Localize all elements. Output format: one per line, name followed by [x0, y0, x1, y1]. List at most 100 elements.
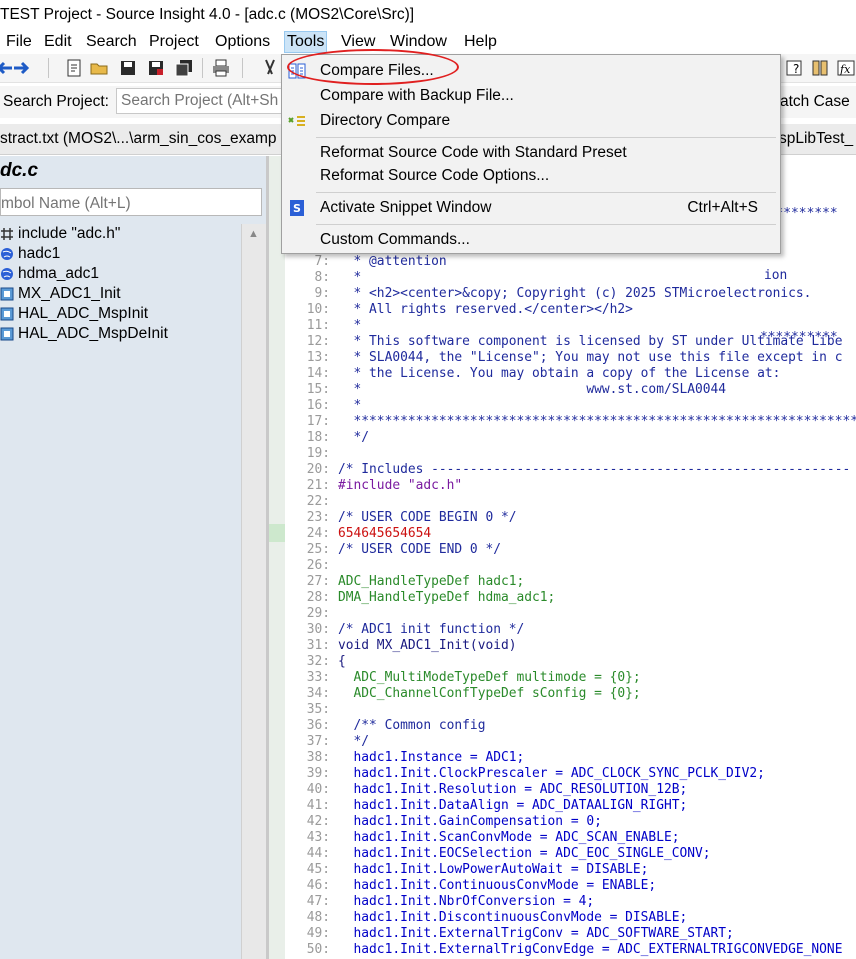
toolbar-separator — [202, 58, 203, 78]
menu-help[interactable]: Help — [462, 32, 499, 52]
symbol-item-mx-adc1-init[interactable]: MX_ADC1_Init — [0, 284, 121, 304]
code-text: hadc1.Instance = ADC1; — [338, 750, 525, 765]
symbol-name-input[interactable] — [0, 188, 262, 216]
code-line: 48: hadc1.Init.DiscontinuousConvMode = D… — [286, 910, 856, 926]
line-number: 38: — [306, 750, 330, 765]
code-text: ADC_ChannelConfTypeDef sConfig = {0}; — [338, 686, 641, 701]
open-folder-icon[interactable] — [89, 58, 109, 78]
save-as-icon[interactable] — [146, 58, 166, 78]
code-text: * All rights reserved.</center></h2> — [338, 302, 633, 317]
forward-arrow-icon[interactable] — [12, 58, 32, 78]
code-text: * This software component is licensed by… — [338, 334, 843, 349]
code-text: * www.st.com/SLA0044 — [338, 382, 727, 397]
tab-abstract-txt[interactable]: stract.txt (MOS2\...\arm_sin_cos_examp — [0, 130, 277, 148]
code-text: * <h2><center>&copy; Copyright (c) 2025 … — [338, 286, 812, 301]
match-case-label[interactable]: atch Case — [780, 93, 850, 111]
line-number: 44: — [306, 846, 330, 861]
symbol-item-hal-adc-mspinit[interactable]: HAL_ADC_MspInit — [0, 304, 148, 324]
book-icon[interactable] — [810, 58, 830, 78]
code-line: 16: * — [286, 398, 856, 414]
function-symbol-icon — [0, 287, 14, 301]
code-line: 31: void MX_ADC1_Init(void) — [286, 638, 856, 654]
menu-item-custom-commands[interactable]: Custom Commands... — [282, 228, 780, 252]
code-text: * @attention — [338, 254, 447, 269]
code-text: /* ADC1 init function */ — [338, 622, 525, 637]
menu-item-label: Reformat Source Code with Standard Prese… — [320, 144, 627, 161]
code-line: 42: hadc1.Init.GainCompensation = 0; — [286, 814, 856, 830]
symbol-item-include[interactable]: include "adc.h" — [0, 224, 120, 244]
svg-text:fx: fx — [839, 63, 851, 76]
menu-item-compare-backup[interactable]: Compare with Backup File... — [282, 84, 780, 108]
line-number: 16: — [306, 398, 330, 413]
line-number: 23: — [306, 510, 330, 525]
code-line: 34: ADC_ChannelConfTypeDef sConfig = {0}… — [286, 686, 856, 702]
menu-item-directory-compare[interactable]: Directory Compare — [282, 109, 780, 133]
code-text: hadc1.Init.ContinuousConvMode = ENABLE; — [338, 878, 657, 893]
code-editor[interactable]: ********** ion ********** 7: * @attentio… — [286, 156, 856, 959]
code-line: 27: ADC_HandleTypeDef hadc1; — [286, 574, 856, 590]
annotation-ellipse — [287, 49, 459, 85]
line-number: 34: — [306, 686, 330, 701]
line-number: 41: — [306, 798, 330, 813]
scroll-up-icon[interactable]: ▲ — [248, 228, 259, 240]
line-number: 42: — [306, 814, 330, 829]
code-text: ADC_HandleTypeDef hadc1; — [338, 574, 525, 589]
title-bar: TEST Project - Source Insight 4.0 - [adc… — [0, 0, 856, 30]
line-number: 18: — [306, 430, 330, 445]
line-number: 47: — [306, 894, 330, 909]
code-line: 25: /* USER CODE END 0 */ — [286, 542, 856, 558]
line-number: 33: — [306, 670, 330, 685]
menu-search[interactable]: Search — [84, 32, 139, 52]
line-number: 21: — [306, 478, 330, 493]
line-number: 28: — [306, 590, 330, 605]
function-icon[interactable]: fx — [836, 58, 856, 78]
snippet-icon: S — [290, 200, 304, 216]
line-number: 36: — [306, 718, 330, 733]
tab-msplibtest[interactable]: spLibTest_ — [779, 130, 853, 148]
new-file-icon[interactable] — [64, 58, 84, 78]
tool-box-icon[interactable]: ? — [784, 58, 804, 78]
code-line: 35: — [286, 702, 856, 718]
symbol-list-scrollbar[interactable]: ▲ — [241, 224, 266, 959]
save-icon[interactable] — [118, 58, 138, 78]
code-line: 49: hadc1.Init.ExternalTrigConv = ADC_SO… — [286, 926, 856, 942]
symbol-item-hdma-adc1[interactable]: hdma_adc1 — [0, 264, 99, 284]
symbol-item-hadc1[interactable]: hadc1 — [0, 244, 60, 264]
code-text: hadc1.Init.ExternalTrigConv = ADC_SOFTWA… — [338, 926, 734, 941]
cut-icon[interactable] — [260, 58, 280, 78]
code-text: /* Includes ----------------------------… — [338, 462, 851, 477]
symbol-item-hal-adc-mspdeinit[interactable]: HAL_ADC_MspDeInit — [0, 324, 168, 344]
symbol-label: hdma_adc1 — [18, 265, 100, 282]
search-project-input[interactable] — [116, 88, 286, 114]
menu-file[interactable]: File — [4, 32, 34, 52]
code-line: 15: * www.st.com/SLA0044 — [286, 382, 856, 398]
code-line: 37: */ — [286, 734, 856, 750]
code-text: DMA_HandleTypeDef hdma_adc1; — [338, 590, 556, 605]
menu-item-label: Compare with Backup File... — [320, 87, 514, 104]
menu-item-label: Activate Snippet Window — [320, 199, 492, 216]
code-line: 30: /* ADC1 init function */ — [286, 622, 856, 638]
line-number: 49: — [306, 926, 330, 941]
menu-item-reformat-standard[interactable]: Reformat Source Code with Standard Prese… — [282, 141, 780, 165]
menu-tools[interactable]: Tools — [284, 31, 328, 53]
menu-item-reformat-options[interactable]: Reformat Source Code Options... — [282, 164, 780, 188]
code-text: hadc1.Init.Resolution = ADC_RESOLUTION_1… — [338, 782, 688, 797]
code-text: hadc1.Init.DataAlign = ADC_DATAALIGN_RIG… — [338, 798, 688, 813]
variable-globe-icon — [1, 247, 13, 260]
menu-edit[interactable]: Edit — [42, 32, 74, 52]
menu-options[interactable]: Options — [213, 32, 272, 52]
menu-item-activate-snippet[interactable]: S Activate Snippet Window Ctrl+Alt+S — [282, 196, 780, 220]
save-all-icon[interactable] — [174, 58, 194, 78]
menu-separator — [316, 224, 776, 225]
menu-bar: File Edit Search Project Options Tools V… — [0, 30, 856, 54]
search-project-label: Search Project: — [3, 93, 109, 110]
code-text: 654645654654 — [338, 526, 432, 541]
code-line: 38: hadc1.Instance = ADC1; — [286, 750, 856, 766]
print-icon[interactable] — [211, 58, 231, 78]
line-number: 31: — [306, 638, 330, 653]
line-number: 30: — [306, 622, 330, 637]
code-text: * the License. You may obtain a copy of … — [338, 366, 781, 381]
menu-project[interactable]: Project — [147, 32, 201, 52]
menu-separator — [316, 192, 776, 193]
code-line: 32: { — [286, 654, 856, 670]
